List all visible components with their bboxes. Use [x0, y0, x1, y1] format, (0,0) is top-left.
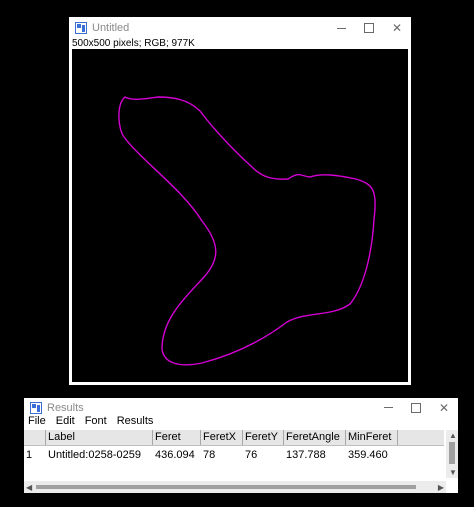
- vertical-scroll-thumb[interactable]: [449, 442, 455, 464]
- menu-file[interactable]: File: [28, 415, 46, 429]
- menu-edit[interactable]: Edit: [56, 415, 75, 429]
- roi-shape: [118, 96, 376, 366]
- row-feretangle: 137.788: [286, 449, 326, 461]
- scroll-right-icon[interactable]: ▶: [438, 483, 444, 492]
- column-header-feretx[interactable]: FeretX: [201, 430, 243, 445]
- row-index: 1: [26, 449, 33, 461]
- results-menubar: File Edit Font Results: [24, 415, 159, 429]
- scroll-up-icon[interactable]: ▲: [449, 431, 457, 440]
- image-info: 500x500 pixels; RGB; 977K: [72, 38, 195, 49]
- close-icon[interactable]: ✕: [430, 398, 458, 417]
- roi-outline: [118, 96, 376, 366]
- results-table-header: Label Feret FeretX FeretY FeretAngle Min…: [24, 430, 444, 446]
- maximize-icon[interactable]: [355, 17, 383, 39]
- minimize-icon[interactable]: [327, 17, 355, 39]
- menu-results[interactable]: Results: [117, 415, 154, 429]
- minimize-icon[interactable]: [374, 398, 402, 417]
- results-window: Results ✕ File Edit Font Results Label F…: [24, 398, 458, 493]
- table-row[interactable]: 1 Untitled:0258-0259 436.094 78 76 137.7…: [24, 449, 444, 464]
- image-window: Untitled ✕ 500x500 pixels; RGB; 977K: [69, 17, 411, 385]
- image-canvas[interactable]: [72, 49, 408, 382]
- close-icon[interactable]: ✕: [383, 17, 411, 39]
- column-header-feret[interactable]: Feret: [153, 430, 201, 445]
- row-feretx: 78: [203, 449, 216, 461]
- imagej-app-icon: [75, 22, 87, 34]
- horizontal-scroll-thumb[interactable]: [36, 485, 416, 489]
- column-header-minferet[interactable]: MinFeret: [346, 430, 398, 445]
- maximize-icon[interactable]: [402, 398, 430, 417]
- vertical-scrollbar[interactable]: ▲ ▼: [446, 430, 458, 478]
- scroll-left-icon[interactable]: ◀: [26, 483, 32, 492]
- column-header-label[interactable]: Label: [46, 430, 153, 445]
- column-header-ferety[interactable]: FeretY: [243, 430, 284, 445]
- row-minferet: 359.460: [348, 449, 388, 461]
- column-header-feretangle[interactable]: FeretAngle: [284, 430, 346, 445]
- menu-font[interactable]: Font: [85, 415, 107, 429]
- row-ferety: 76: [245, 449, 258, 461]
- image-window-title: Untitled: [92, 22, 130, 34]
- imagej-app-icon: [30, 401, 42, 414]
- row-feret: 436.094: [155, 449, 195, 461]
- image-window-titlebar[interactable]: Untitled ✕: [69, 17, 411, 39]
- scroll-down-icon[interactable]: ▼: [449, 468, 457, 477]
- column-header-index[interactable]: [24, 430, 46, 445]
- row-label: Untitled:0258-0259: [48, 449, 141, 461]
- horizontal-scrollbar[interactable]: ◀ ▶: [24, 481, 446, 493]
- results-window-title: Results: [47, 401, 84, 414]
